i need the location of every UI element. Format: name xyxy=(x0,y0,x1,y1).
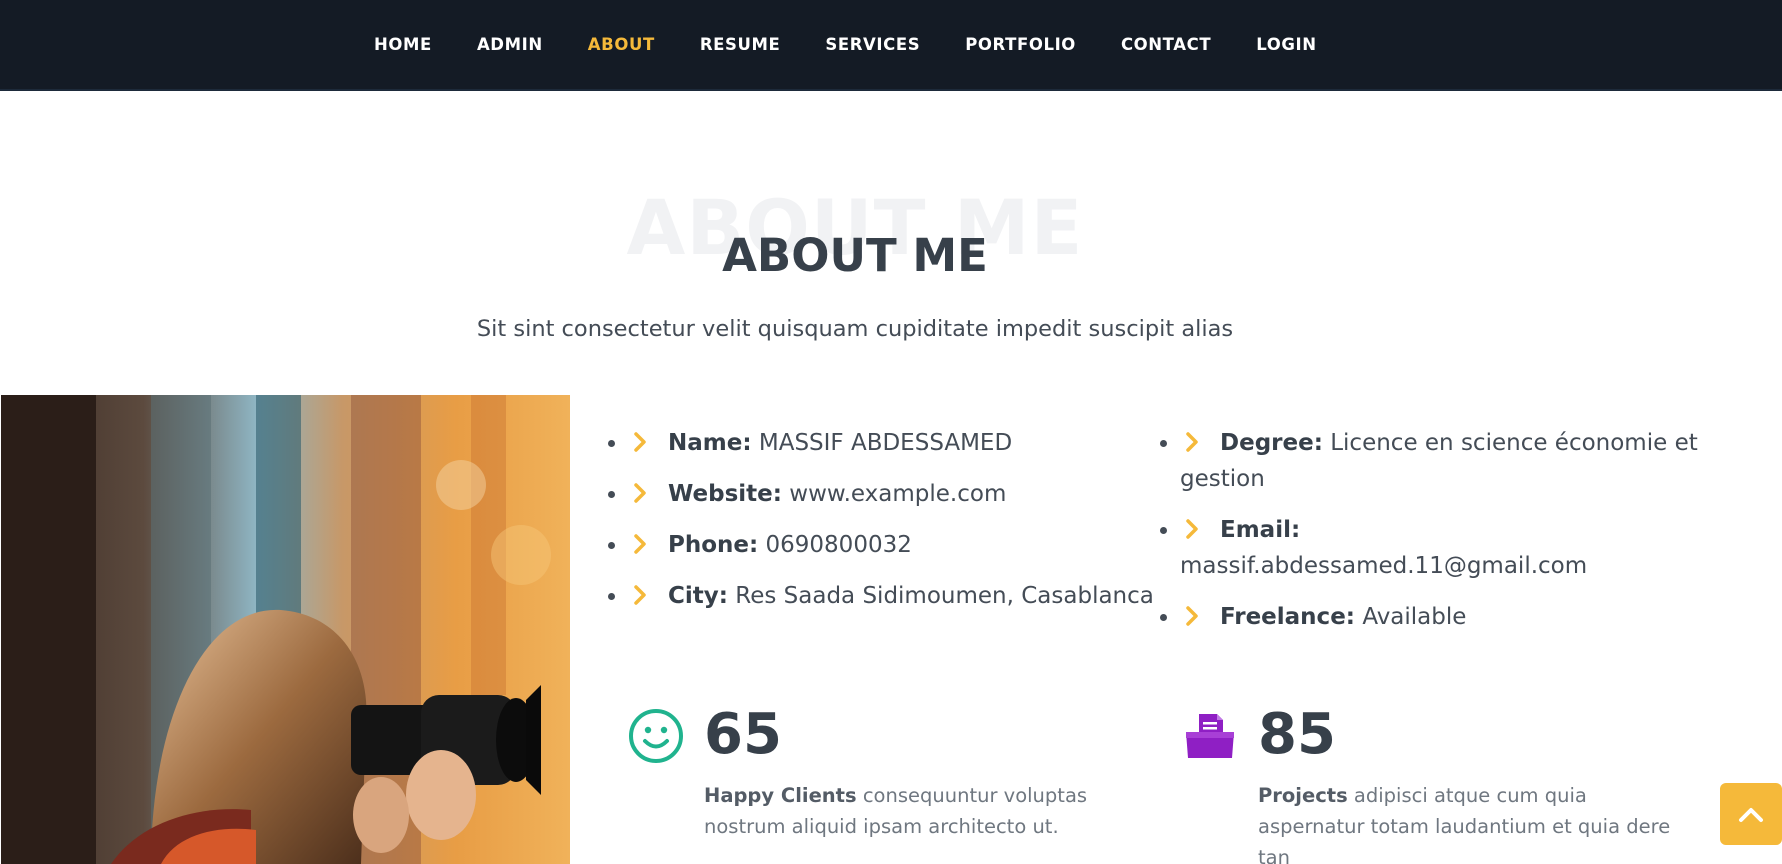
info-label: Name: xyxy=(668,430,752,456)
nav-item-resume[interactable]: RESUME xyxy=(700,35,781,54)
info-list-right: Degree: Licence en science économie et g… xyxy=(1180,425,1700,650)
chevron-right-icon xyxy=(1186,606,1198,626)
count-number: 65 xyxy=(704,702,782,767)
nav-item-home[interactable]: HOME xyxy=(374,35,432,54)
section-title: ABOUT ME xyxy=(722,229,988,282)
info-label: Email: xyxy=(1220,517,1301,543)
info-item-city: City: Res Saada Sidimoumen, Casablanca xyxy=(628,578,1154,614)
chevron-up-icon xyxy=(1739,808,1763,822)
nav-item-admin[interactable]: ADMIN xyxy=(477,35,543,54)
info-item-email: Email: massif.abdessamed.11@gmail.com xyxy=(1180,512,1700,584)
navbar: HOME ADMIN ABOUT RESUME SERVICES PORTFOL… xyxy=(0,0,1782,91)
info-item-degree: Degree: Licence en science économie et g… xyxy=(1180,425,1700,497)
back-to-top-button[interactable] xyxy=(1720,783,1782,845)
info-item-phone: Phone: 0690800032 xyxy=(628,527,1148,563)
nav-item-contact[interactable]: CONTACT xyxy=(1121,35,1211,54)
count-description: Projects adipisci atque cum quia asperna… xyxy=(1258,780,1698,864)
count-label: Projects xyxy=(1258,784,1348,807)
chevron-right-icon xyxy=(634,432,646,452)
info-value: 0690800032 xyxy=(765,532,912,558)
info-value: www.example.com xyxy=(789,481,1007,507)
nav-item-portfolio[interactable]: PORTFOLIO xyxy=(965,35,1076,54)
info-label: City: xyxy=(668,583,728,609)
chevron-right-icon xyxy=(634,585,646,605)
chevron-right-icon xyxy=(634,534,646,554)
section-subtitle: Sit sint consectetur velit quisquam cupi… xyxy=(476,316,1234,342)
info-value: Res Saada Sidimoumen, Casablanca xyxy=(735,583,1154,609)
nav-item-about[interactable]: ABOUT xyxy=(588,35,655,54)
info-value: MASSIF ABDESSAMED xyxy=(758,430,1013,456)
inbox-icon xyxy=(1186,714,1234,758)
info-item-freelance: Freelance: Available xyxy=(1180,599,1700,635)
count-description: Happy Clients consequuntur voluptas nost… xyxy=(704,780,1144,842)
info-label: Degree: xyxy=(1220,430,1323,456)
info-label: Phone: xyxy=(668,532,759,558)
info-item-website: Website: www.example.com xyxy=(628,476,1148,512)
smiley-icon xyxy=(629,709,683,763)
count-label: Happy Clients xyxy=(704,784,857,807)
chevron-right-icon xyxy=(1186,519,1198,539)
info-value: Available xyxy=(1362,604,1467,630)
profile-photo xyxy=(1,395,570,864)
count-number: 85 xyxy=(1258,702,1336,767)
info-list-left: Name: MASSIF ABDESSAMED Website: www.exa… xyxy=(628,425,1154,629)
chevron-right-icon xyxy=(634,483,646,503)
info-item-name: Name: MASSIF ABDESSAMED xyxy=(628,425,1148,461)
nav-item-services[interactable]: SERVICES xyxy=(825,35,920,54)
nav-item-login[interactable]: LOGIN xyxy=(1256,35,1316,54)
nav-menu: HOME ADMIN ABOUT RESUME SERVICES PORTFOL… xyxy=(374,0,1362,89)
info-label: Freelance: xyxy=(1220,604,1355,630)
chevron-right-icon xyxy=(1186,432,1198,452)
photographer-image xyxy=(1,395,570,864)
info-value: massif.abdessamed.11@gmail.com xyxy=(1180,553,1588,579)
info-label: Website: xyxy=(668,481,782,507)
